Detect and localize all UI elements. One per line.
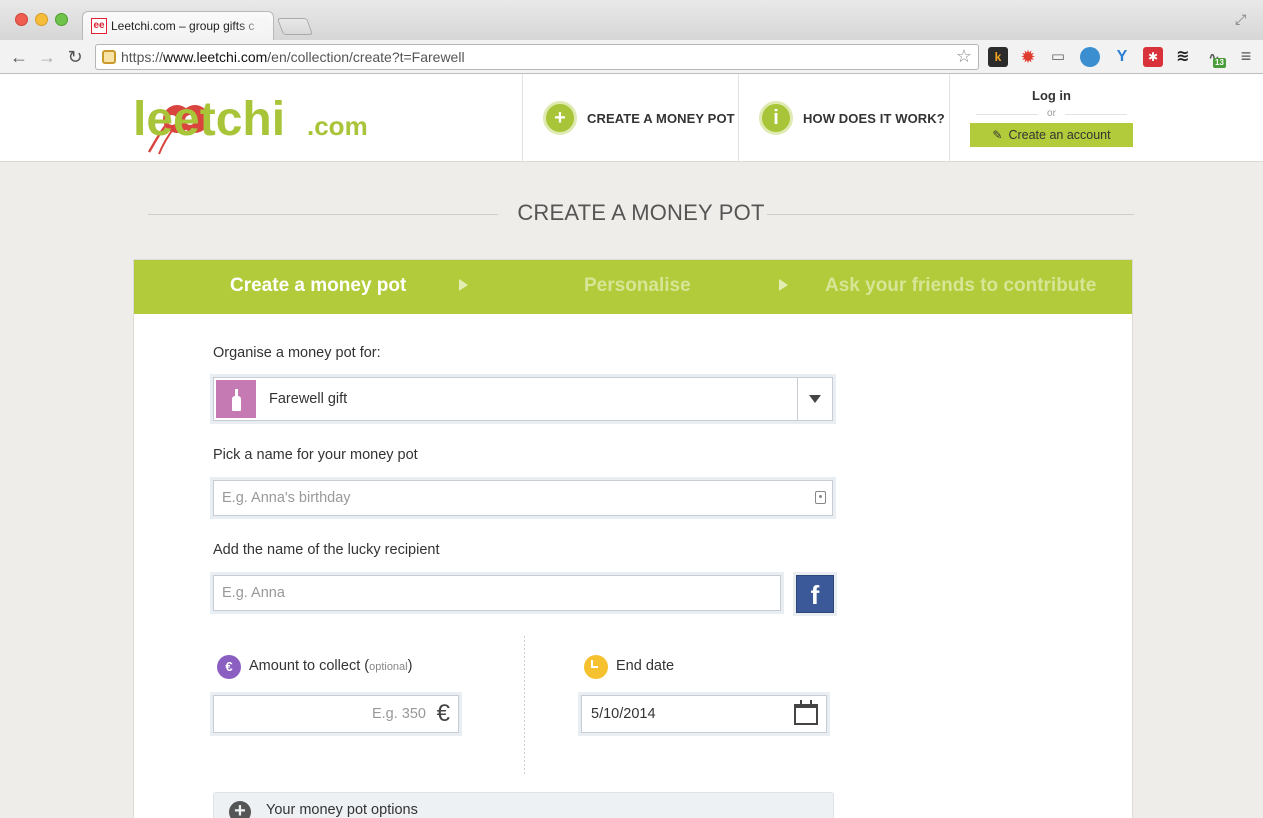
nav-divider bbox=[522, 74, 523, 162]
lastpass-extension-icon[interactable]: ✱ bbox=[1143, 47, 1163, 67]
euro-icon: € bbox=[436, 700, 450, 727]
recipient-placeholder: E.g. Anna bbox=[222, 585, 285, 601]
euro-circle-icon: € bbox=[217, 655, 241, 679]
browser-tabbar: ee Leetchi.com – group gifts c ⤢ bbox=[0, 0, 1263, 41]
end-date-value: 5/10/2014 bbox=[591, 706, 656, 722]
step-progress-bar: Create a money pot Personalise Ask your … bbox=[134, 260, 1132, 314]
y-extension-icon[interactable]: Y bbox=[1112, 47, 1132, 67]
pot-name-placeholder: E.g. Anna's birthday bbox=[222, 490, 351, 506]
cast-icon[interactable]: ▭ bbox=[1048, 47, 1068, 67]
or-separator: or bbox=[970, 108, 1133, 119]
step-arrow-icon bbox=[779, 279, 788, 291]
create-pot-card: Create a money pot Personalise Ask your … bbox=[133, 259, 1133, 818]
plus-icon: + bbox=[229, 801, 251, 818]
lock-icon bbox=[102, 50, 116, 64]
contact-card-icon[interactable] bbox=[815, 491, 826, 504]
pencil-icon: ✎ bbox=[992, 128, 1003, 142]
end-date-input[interactable]: 5/10/2014 bbox=[581, 695, 827, 733]
back-arrow-icon[interactable]: ← bbox=[8, 46, 30, 68]
leetchi-favicon-icon: ee bbox=[91, 18, 107, 34]
column-divider bbox=[524, 636, 525, 776]
svg-text:.com: .com bbox=[307, 111, 368, 141]
extension-badge: 13 bbox=[1213, 58, 1226, 68]
page-title: CREATE A MONEY POT bbox=[517, 200, 765, 225]
minimize-window-button[interactable] bbox=[35, 13, 48, 26]
facebook-icon: f bbox=[810, 580, 820, 610]
site-header: leetchi .com + CREATE A MONEY POT i HOW … bbox=[0, 74, 1263, 162]
nav-create-label: CREATE A MONEY POT bbox=[587, 110, 735, 126]
organise-label: Organise a money pot for: bbox=[213, 345, 381, 361]
page-title-row: CREATE A MONEY POT bbox=[148, 200, 1134, 228]
nav-how-does-it-work[interactable]: i HOW DOES IT WORK? bbox=[759, 100, 945, 136]
clock-icon bbox=[584, 655, 608, 679]
occasion-swatch bbox=[216, 380, 256, 418]
end-date-label: End date bbox=[616, 658, 675, 674]
forward-arrow-icon[interactable]: → bbox=[36, 46, 58, 68]
dropdown-arrow-icon[interactable] bbox=[809, 395, 821, 403]
layers-extension-icon[interactable]: ≋ bbox=[1173, 47, 1193, 67]
step-personalise: Personalise bbox=[584, 275, 691, 296]
facebook-button[interactable]: f bbox=[796, 575, 834, 613]
browser-menu-icon[interactable]: ≡ bbox=[1238, 47, 1254, 66]
recipient-label: Add the name of the lucky recipient bbox=[213, 542, 440, 558]
pot-name-label: Pick a name for your money pot bbox=[213, 447, 418, 463]
recipient-input[interactable]: E.g. Anna bbox=[213, 575, 781, 611]
address-bar[interactable]: https://www.leetchi.com/en/collection/cr… bbox=[95, 44, 979, 70]
zoom-window-button[interactable] bbox=[55, 13, 68, 26]
reload-icon[interactable]: ↻ bbox=[64, 46, 86, 68]
plus-circle-icon: + bbox=[543, 101, 577, 135]
step-arrow-icon bbox=[459, 279, 468, 291]
svg-text:leetchi: leetchi bbox=[133, 93, 285, 146]
amount-placeholder: E.g. 350 bbox=[371, 706, 426, 722]
nav-divider bbox=[949, 74, 950, 162]
browser-toolbar: ← → ↻ https://www.leetchi.com/en/collect… bbox=[0, 40, 1263, 74]
new-tab-button[interactable] bbox=[276, 18, 314, 35]
nav-create-money-pot[interactable]: + CREATE A MONEY POT bbox=[543, 100, 735, 136]
amount-input[interactable]: E.g. 350 € bbox=[213, 695, 459, 733]
leetchi-logo[interactable]: leetchi .com bbox=[133, 82, 378, 161]
amount-label: Amount to collect (optional) bbox=[249, 658, 413, 674]
nav-how-label: HOW DOES IT WORK? bbox=[803, 110, 945, 126]
activity-extension-icon[interactable]: ∿ 13 bbox=[1204, 47, 1226, 68]
tab-title: Leetchi.com – group gifts c bbox=[111, 19, 267, 33]
nav-divider bbox=[738, 74, 739, 162]
globe-extension-icon[interactable] bbox=[1080, 47, 1100, 67]
browser-tab-active[interactable]: ee Leetchi.com – group gifts c bbox=[82, 11, 274, 41]
pot-name-input[interactable]: E.g. Anna's birthday bbox=[213, 480, 833, 516]
options-label: Your money pot options bbox=[266, 802, 418, 818]
burst-extension-icon[interactable]: ✹ bbox=[1018, 47, 1038, 67]
occasion-select[interactable]: Farewell gift bbox=[213, 377, 833, 421]
login-link[interactable]: Log in bbox=[970, 88, 1133, 103]
close-window-button[interactable] bbox=[15, 13, 28, 26]
fullscreen-icon[interactable]: ⤢ bbox=[1235, 11, 1251, 27]
calendar-icon[interactable] bbox=[794, 700, 818, 725]
step-create: Create a money pot bbox=[230, 275, 407, 296]
create-account-button[interactable]: ✎ Create an account bbox=[970, 123, 1133, 147]
url-text: https://www.leetchi.com/en/collection/cr… bbox=[121, 49, 465, 65]
info-circle-icon: i bbox=[759, 101, 793, 135]
bookmark-star-icon[interactable]: ☆ bbox=[956, 46, 972, 67]
pot-options-toggle[interactable]: + Your money pot options bbox=[213, 792, 834, 818]
k-extension-icon[interactable]: k bbox=[988, 47, 1008, 67]
bottle-icon bbox=[232, 389, 241, 411]
occasion-value: Farewell gift bbox=[269, 391, 348, 407]
step-invite: Ask your friends to contribute bbox=[825, 275, 1097, 296]
